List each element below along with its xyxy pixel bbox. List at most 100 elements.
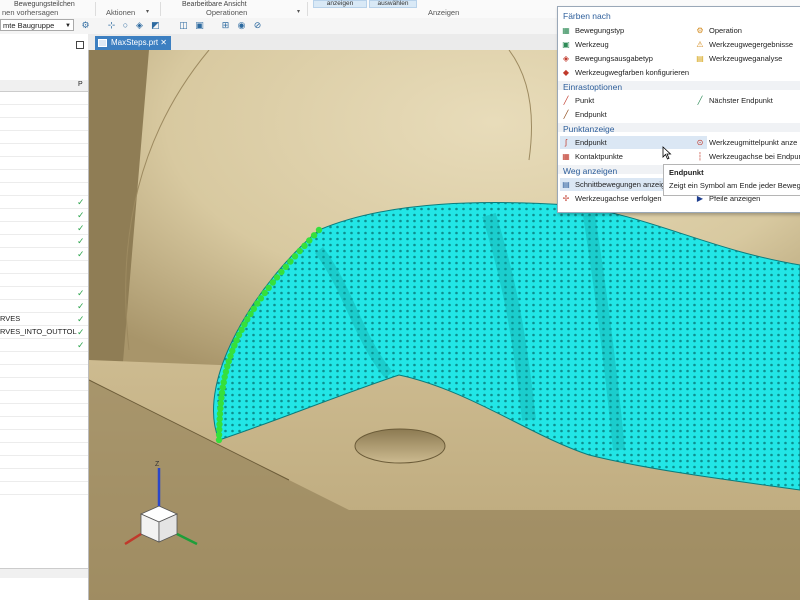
navigator-row[interactable] <box>0 430 88 443</box>
menu-item-kontaktpunkte[interactable]: ▦ Kontaktpunkte <box>560 150 707 163</box>
motion-type-icon: ▦ <box>562 26 570 35</box>
navigator-row[interactable] <box>0 183 88 196</box>
tool-center-icon: ⊙ <box>696 138 704 147</box>
endpoint-snap-icon: ╱ <box>563 110 569 119</box>
close-icon[interactable]: ✕ <box>160 36 167 50</box>
maximize-icon[interactable] <box>76 41 84 49</box>
navigator-row[interactable] <box>0 456 88 469</box>
snap-point-icon[interactable]: ⊹ <box>106 20 117 31</box>
navigator-row[interactable] <box>0 352 88 365</box>
menu-item-bewegungsausgabetyp[interactable]: ◈ Bewegungsausgabetyp <box>560 52 707 65</box>
circle-select-icon[interactable]: ○ <box>120 20 131 31</box>
navigator-row[interactable] <box>0 144 88 157</box>
navigator-row[interactable] <box>0 417 88 430</box>
menu-item-endpunkt-einrast[interactable]: ╱ Endpunkt <box>560 108 707 121</box>
tooltip-description: Zeigt ein Symbol am Ende jeder Beweg <box>669 181 800 190</box>
operation-navigator: P ✓ ✓ ✓ ✓ ✓ ✓ ✓ RVES ✓ RVES_INTO_OUTTOL ✓ ✓ <box>0 34 89 600</box>
check-icon: ✓ <box>77 327 85 337</box>
menu-item-naechster-endpunkt[interactable]: ╱ Nächster Endpunkt <box>694 94 800 107</box>
navigator-row[interactable] <box>0 131 88 144</box>
group-label-operationen: Operationen <box>206 8 248 17</box>
navigator-row[interactable] <box>0 274 88 287</box>
horizontal-scrollbar[interactable] <box>0 568 88 578</box>
navigator-row[interactable] <box>0 170 88 183</box>
menu-item-werkzeug[interactable]: ▣ Werkzeug <box>560 38 707 51</box>
menu-item-endpunkt-anzeige[interactable]: ʃ Endpunkt <box>560 136 707 149</box>
navigator-row[interactable] <box>0 261 88 274</box>
navigator-row[interactable]: ✓ <box>0 339 88 352</box>
menu-item-label: Werkzeugwegergebnisse <box>709 40 794 49</box>
menu-item-bewegungstyp[interactable]: ▦ Bewegungstyp <box>560 24 707 37</box>
box-icon[interactable]: ▣ <box>194 20 205 31</box>
check-icon: ✓ <box>77 301 85 311</box>
chevron-down-icon[interactable]: ▼ <box>65 20 71 32</box>
auswaehlen-button[interactable]: auswählen <box>369 0 417 8</box>
group-label-vorhersagen: nen vorhersagen <box>2 8 59 17</box>
endpoint-marker <box>287 258 294 265</box>
endpoint-display-icon: ʃ <box>565 138 567 147</box>
navigator-column-header: P <box>0 80 88 92</box>
operationen-dropdown-icon[interactable]: ▾ <box>297 8 300 15</box>
navigator-row[interactable]: ✓ <box>0 222 88 235</box>
select-icon[interactable]: ◩ <box>150 20 161 31</box>
navigator-row[interactable] <box>0 469 88 482</box>
navigator-row[interactable] <box>0 157 88 170</box>
snap-icon[interactable]: ◈ <box>134 20 145 31</box>
eye-icon[interactable]: ◉ <box>236 20 247 31</box>
navigator-row[interactable] <box>0 365 88 378</box>
tool-icon: ▣ <box>562 40 570 49</box>
check-icon: ✓ <box>77 314 85 324</box>
section-faerben-nach: Färben nach <box>563 11 611 21</box>
navigator-row[interactable] <box>0 118 88 131</box>
navigator-row[interactable] <box>0 482 88 495</box>
part-file-icon <box>98 39 107 47</box>
trace-axis-icon: ✢ <box>562 194 570 203</box>
menu-item-label: Punkt <box>575 96 595 105</box>
navigator-row[interactable] <box>0 391 88 404</box>
navigator-row[interactable]: ✓ <box>0 287 88 300</box>
group-separator <box>95 2 96 16</box>
cut-motions-icon: ▤ <box>562 180 570 189</box>
check-icon: ✓ <box>77 210 85 220</box>
menu-item-label: Kontaktpunkte <box>575 152 623 161</box>
point-icon: ╱ <box>563 96 569 105</box>
navigator-row[interactable]: ✓ <box>0 235 88 248</box>
menu-item-werkzeugmittelpunkt[interactable]: ⊙ Werkzeugmittelpunkt anze <box>694 136 800 149</box>
menu-item-werkzeugachse-endpunkt[interactable]: ┆ Werkzeugachse bei Endpun <box>694 150 800 163</box>
navigator-row[interactable]: RVES ✓ <box>0 313 88 326</box>
tooltip-endpunkt: Endpunkt Zeigt ein Symbol am Ende jeder … <box>663 164 800 196</box>
menu-item-label: Werkzeugmittelpunkt anze <box>709 138 798 147</box>
cube-icon[interactable]: ◫ <box>178 20 189 31</box>
aktionen-dropdown-icon[interactable]: ▾ <box>146 8 149 15</box>
analysis-icon: ▤ <box>696 54 704 63</box>
nearest-endpoint-icon: ╱ <box>697 96 703 105</box>
menu-item-werkzeugweganalyse[interactable]: ▤ Werkzeugweganalyse <box>694 52 800 65</box>
hide-icon[interactable]: ⊘ <box>252 20 263 31</box>
assembly-combo[interactable]: mte Baugruppe ▼ <box>0 19 74 31</box>
filter-icon[interactable]: ⚙ <box>80 20 91 31</box>
section-punktanzeige: Punktanzeige <box>563 124 615 134</box>
check-icon: ✓ <box>77 223 85 233</box>
menu-item-label: Werkzeugwegfarben konfigurieren <box>575 68 690 77</box>
menu-item-label: Werkzeug <box>575 40 609 49</box>
tab-maxsteps[interactable]: MaxSteps.prt ✕ <box>95 36 171 50</box>
navigator-row[interactable] <box>0 443 88 456</box>
anzeigen-button[interactable]: anzeigen <box>313 0 367 8</box>
view-icon[interactable]: ⊞ <box>220 20 231 31</box>
endpoint-marker <box>257 295 265 302</box>
menu-item-werkzeugwegergebnisse[interactable]: ⚠ Werkzeugwegergebnisse <box>694 38 800 51</box>
menu-item-punkt[interactable]: ╱ Punkt <box>560 94 707 107</box>
endpoint-marker <box>310 232 318 239</box>
navigator-row[interactable]: ✓ <box>0 196 88 209</box>
navigator-row[interactable]: ✓ <box>0 300 88 313</box>
menu-item-werkzeugwegfarben[interactable]: ◆ Werkzeugwegfarben konfigurieren <box>560 66 800 79</box>
navigator-row[interactable] <box>0 378 88 391</box>
navigator-row[interactable]: RVES_INTO_OUTTOL ✓ <box>0 326 88 339</box>
menu-item-operation[interactable]: ⚙ Operation <box>694 24 800 37</box>
endpoint-marker <box>220 379 227 386</box>
navigator-row[interactable]: ✓ <box>0 248 88 261</box>
navigator-row[interactable] <box>0 92 88 105</box>
navigator-row[interactable] <box>0 404 88 417</box>
navigator-row[interactable]: ✓ <box>0 209 88 222</box>
navigator-row[interactable] <box>0 105 88 118</box>
